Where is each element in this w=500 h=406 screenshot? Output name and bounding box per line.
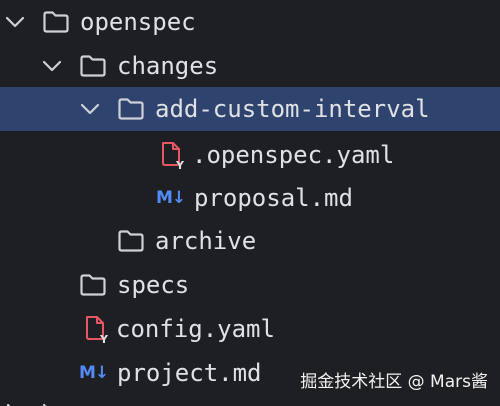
tree-item-openspec-yaml[interactable]: Y .openspec.yaml: [0, 133, 500, 177]
project-file-tree: openspec changes add-custom-interval Y .…: [0, 0, 500, 406]
chevron-down-icon[interactable]: [79, 98, 101, 120]
svg-text:Y: Y: [99, 333, 109, 344]
yaml-file-icon: Y: [82, 314, 112, 344]
folder-icon: [117, 229, 147, 253]
watermark-text: 掘金技术社区 @ Mars酱: [300, 372, 488, 392]
tree-item-config-yaml[interactable]: Y config.yaml: [0, 307, 500, 351]
tree-item-proposal-md[interactable]: M↓ proposal.md: [0, 176, 500, 220]
markdown-file-icon: M↓: [79, 363, 109, 383]
tree-item-label: openspec: [80, 8, 196, 36]
tree-item-label: project.md: [117, 359, 262, 387]
tree-item-label: specs: [117, 271, 190, 299]
tree-item-openspec[interactable]: openspec: [0, 0, 500, 44]
chevron-down-icon[interactable]: [41, 55, 63, 77]
folder-icon: [79, 54, 109, 78]
chevron-right-icon: [0, 396, 60, 406]
tree-item-label: proposal.md: [194, 184, 353, 212]
folder-icon: [117, 97, 147, 121]
tree-item-add-custom-interval[interactable]: add-custom-interval: [0, 87, 500, 131]
tree-item-label: changes: [117, 52, 219, 80]
folder-icon: [79, 273, 109, 297]
folder-icon: [42, 10, 72, 34]
tree-item-label: archive: [155, 227, 257, 255]
tree-item-label: .openspec.yaml: [192, 141, 395, 169]
tree-item-label: add-custom-interval: [155, 95, 430, 123]
markdown-file-icon: M↓: [156, 188, 186, 208]
tree-item-archive[interactable]: archive: [0, 219, 500, 263]
tree-item-changes[interactable]: changes: [0, 44, 500, 88]
tree-item-label: config.yaml: [116, 315, 275, 343]
yaml-file-icon: Y: [158, 140, 188, 170]
svg-text:Y: Y: [175, 159, 185, 170]
tree-item-specs[interactable]: specs: [0, 263, 500, 307]
chevron-down-icon[interactable]: [4, 11, 26, 33]
